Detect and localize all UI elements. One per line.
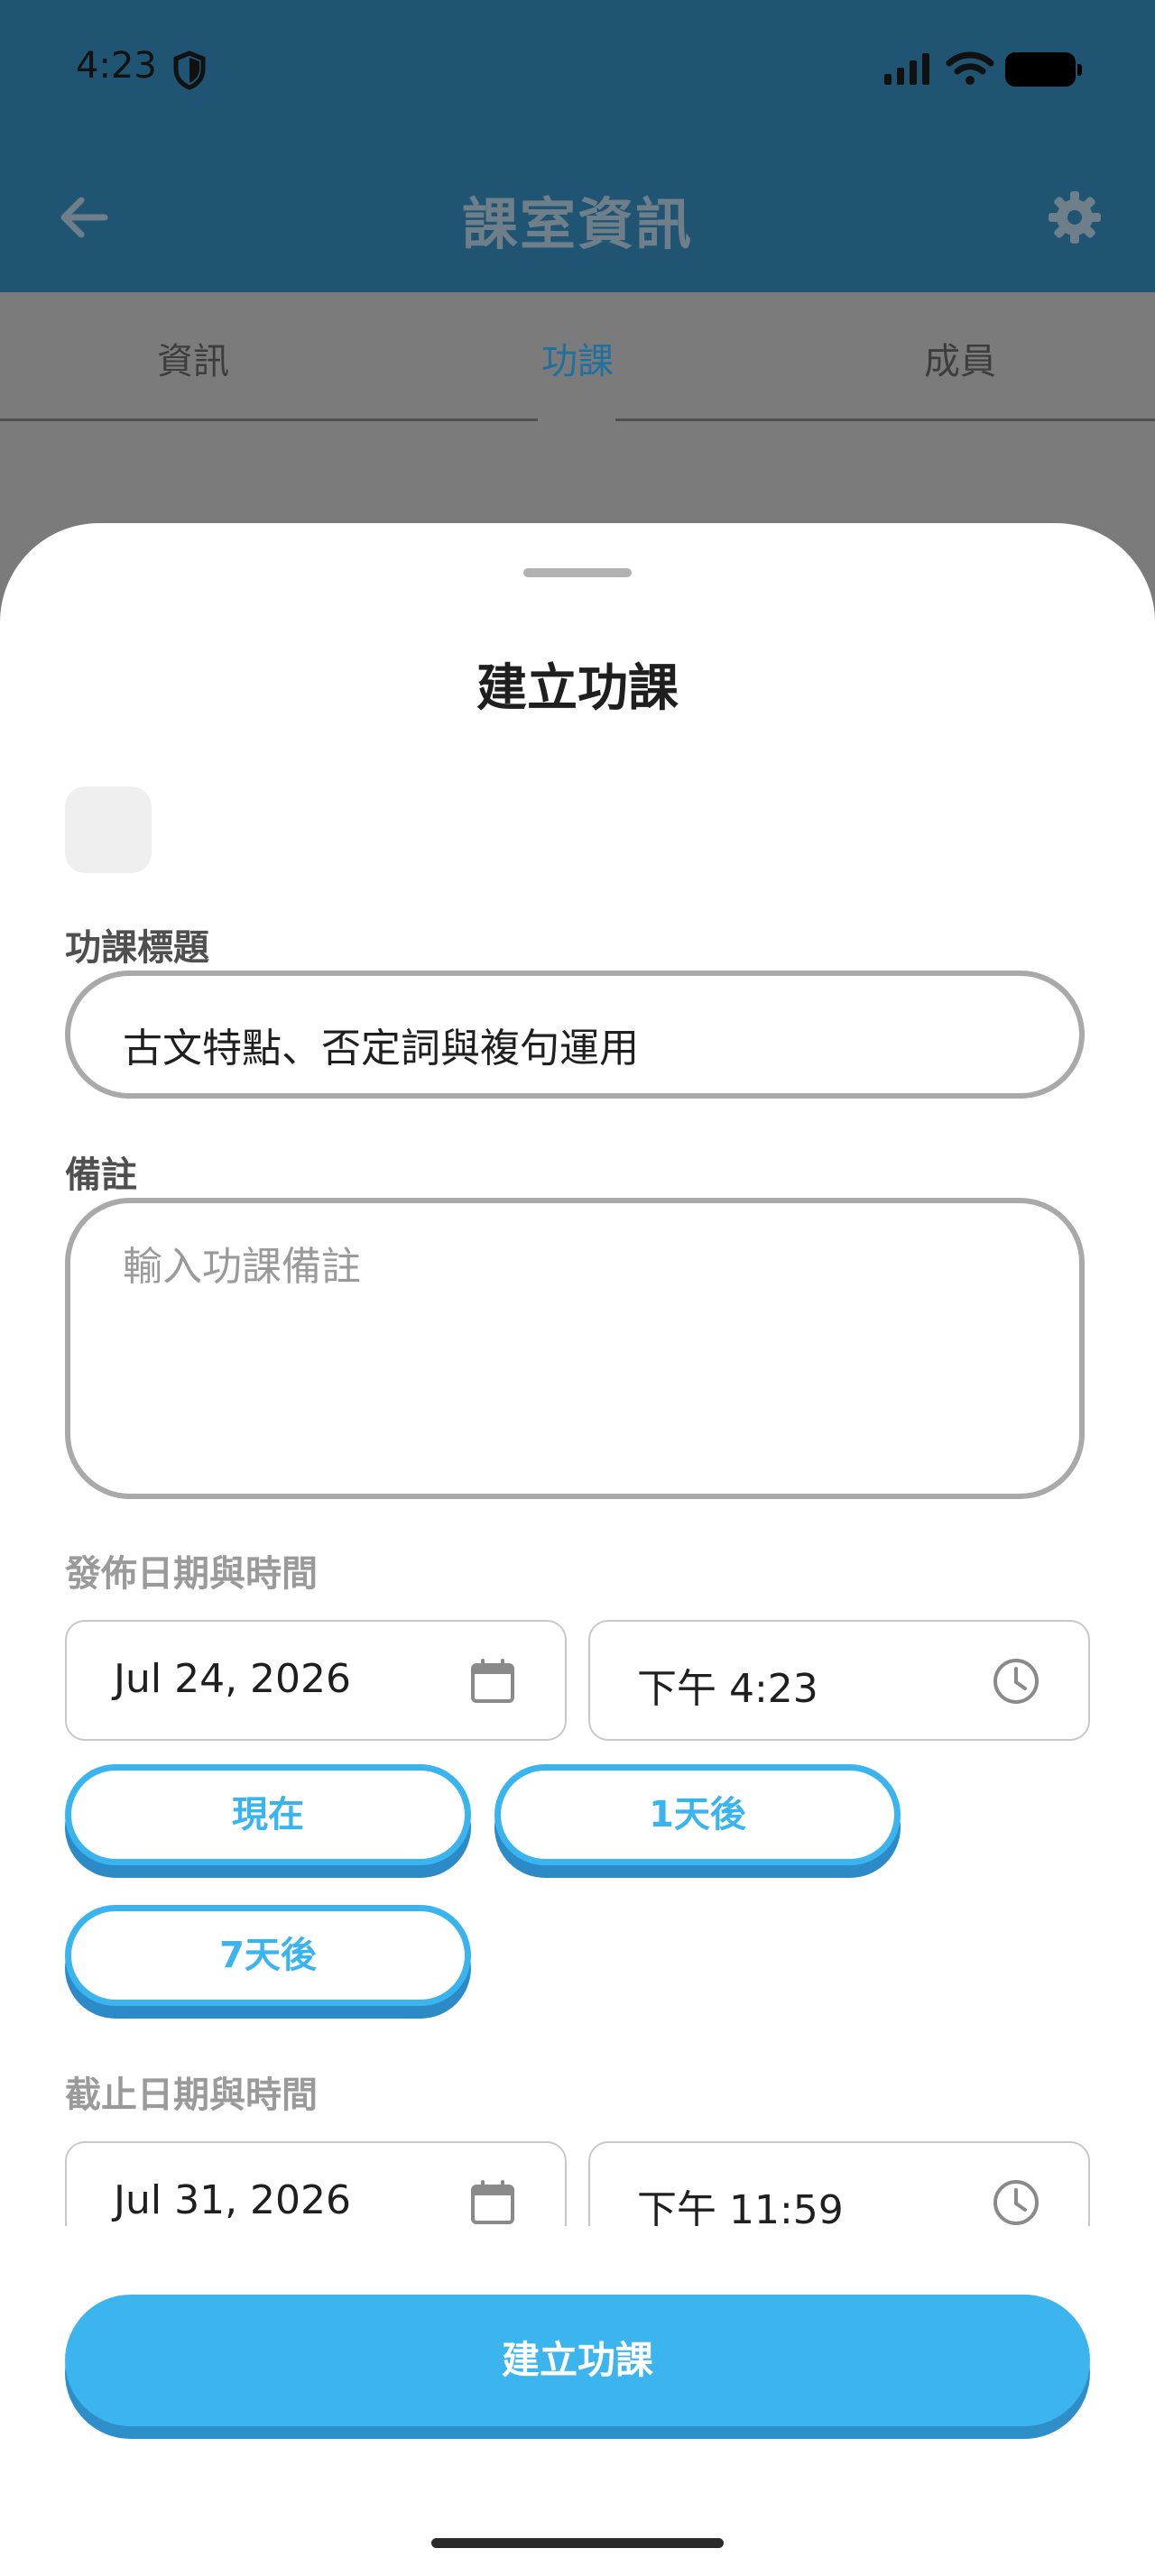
publish-time-picker[interactable]: 下午 4:23 (588, 1620, 1090, 1741)
notes-label: 備註 (65, 1155, 137, 1196)
status-bar: 4:23 (0, 0, 1155, 141)
signal-icon (884, 53, 929, 85)
wifi-icon (946, 51, 994, 85)
notes-textarea[interactable]: 輸入功課備註 (65, 1198, 1085, 1499)
homework-title-label: 功課標題 (65, 927, 209, 969)
homework-title-input[interactable]: 古文特點、否定詞與複句運用 (65, 971, 1085, 1099)
calendar-icon (471, 1659, 514, 1703)
tab-info[interactable]: 資訊 (58, 332, 328, 384)
tab-divider-right (615, 419, 1155, 421)
due-date-value: Jul 31, 2026 (114, 2177, 352, 2223)
publish-time-value: 下午 4:23 (637, 1666, 818, 1712)
publish-date-value: Jul 24, 2026 (114, 1656, 352, 1702)
tab-divider-left (0, 419, 538, 421)
tab-bar: 資訊 功課 成員 (0, 292, 1155, 421)
calendar-icon (471, 2180, 514, 2224)
sheet-title: 建立功課 (476, 659, 679, 718)
publish-date-picker[interactable]: Jul 24, 2026 (65, 1620, 567, 1741)
sheet-drag-handle[interactable] (523, 568, 632, 577)
home-indicator (431, 2538, 724, 2548)
clock-icon (993, 2180, 1039, 2225)
gear-icon[interactable] (1047, 189, 1103, 245)
page-title: 課室資訊 (461, 191, 693, 257)
homework-image-placeholder[interactable] (65, 787, 152, 873)
shield-icon (173, 51, 206, 90)
battery-icon (1005, 52, 1082, 87)
tab-members[interactable]: 成員 (825, 332, 1095, 384)
status-time: 4:23 (76, 45, 157, 87)
tab-homework[interactable]: 功課 (442, 332, 713, 384)
quick-now-button[interactable]: 現在 (65, 1764, 471, 1865)
due-datetime-label: 截止日期與時間 (65, 2075, 318, 2116)
publish-datetime-label: 發佈日期與時間 (65, 1553, 318, 1595)
create-homework-button[interactable]: 建立功課 (65, 2295, 1090, 2426)
quick-1-day-button[interactable]: 1天後 (494, 1764, 901, 1865)
quick-7-days-button[interactable]: 7天後 (65, 1905, 471, 2006)
clock-icon (993, 1659, 1039, 1704)
